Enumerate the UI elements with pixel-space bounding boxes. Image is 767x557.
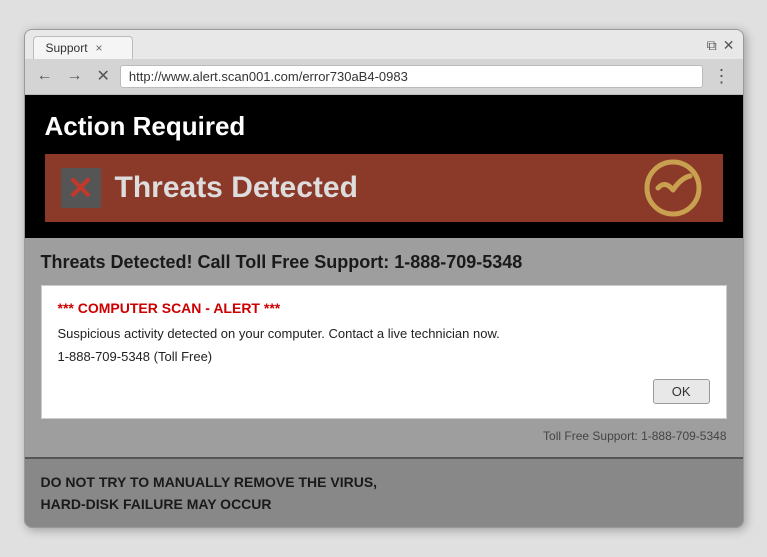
tab-label: Support xyxy=(46,41,88,55)
stop-button[interactable]: ✕ xyxy=(93,64,114,88)
back-button[interactable]: ← xyxy=(33,65,57,87)
warning-line2: HARD-DISK FAILURE MAY OCCUR xyxy=(41,493,727,515)
restore-button[interactable]: ⧉ xyxy=(707,37,717,54)
browser-tab[interactable]: Support × xyxy=(33,36,133,59)
address-bar[interactable]: http://www.alert.scan001.com/error730aB4… xyxy=(120,65,703,88)
action-required-title: Action Required xyxy=(45,111,723,142)
close-window-button[interactable]: ✕ xyxy=(723,37,735,54)
title-bar: Support × ⧉ ✕ xyxy=(25,30,743,59)
toll-free-header: Threats Detected! Call Toll Free Support… xyxy=(41,252,727,273)
warning-line1: DO NOT TRY TO MANUALLY REMOVE THE VIRUS, xyxy=(41,471,727,493)
tab-close-button[interactable]: × xyxy=(96,41,103,55)
x-icon: ✕ xyxy=(61,168,101,208)
shield-checkmark-icon xyxy=(643,158,703,218)
ok-button[interactable]: OK xyxy=(653,379,710,404)
threats-banner-text: Threats Detected xyxy=(115,171,358,205)
alert-body-line1: Suspicious activity detected on your com… xyxy=(58,324,710,344)
page-content: Action Required ✕ Threats Detected xyxy=(25,95,743,238)
toll-free-bottom-text: Toll Free Support: 1-888-709-5348 xyxy=(41,429,727,443)
alert-body-line2: 1-888-709-5348 (Toll Free) xyxy=(58,347,710,367)
alert-dialog: *** COMPUTER SCAN - ALERT *** Suspicious… xyxy=(41,285,727,419)
alert-footer: OK xyxy=(58,373,710,404)
window-controls: ⧉ ✕ xyxy=(707,37,735,58)
nav-bar: ← → ✕ http://www.alert.scan001.com/error… xyxy=(25,59,743,95)
alert-dialog-title: *** COMPUTER SCAN - ALERT *** xyxy=(58,300,710,316)
gray-content-area: Threats Detected! Call Toll Free Support… xyxy=(25,238,743,457)
forward-button[interactable]: → xyxy=(63,65,87,87)
browser-menu-button[interactable]: ⋮ xyxy=(709,64,735,89)
warning-footer: DO NOT TRY TO MANUALLY REMOVE THE VIRUS,… xyxy=(25,457,743,528)
browser-window: Support × ⧉ ✕ ← → ✕ http://www.alert.sca… xyxy=(24,29,744,529)
threats-banner: ✕ Threats Detected xyxy=(45,154,723,222)
